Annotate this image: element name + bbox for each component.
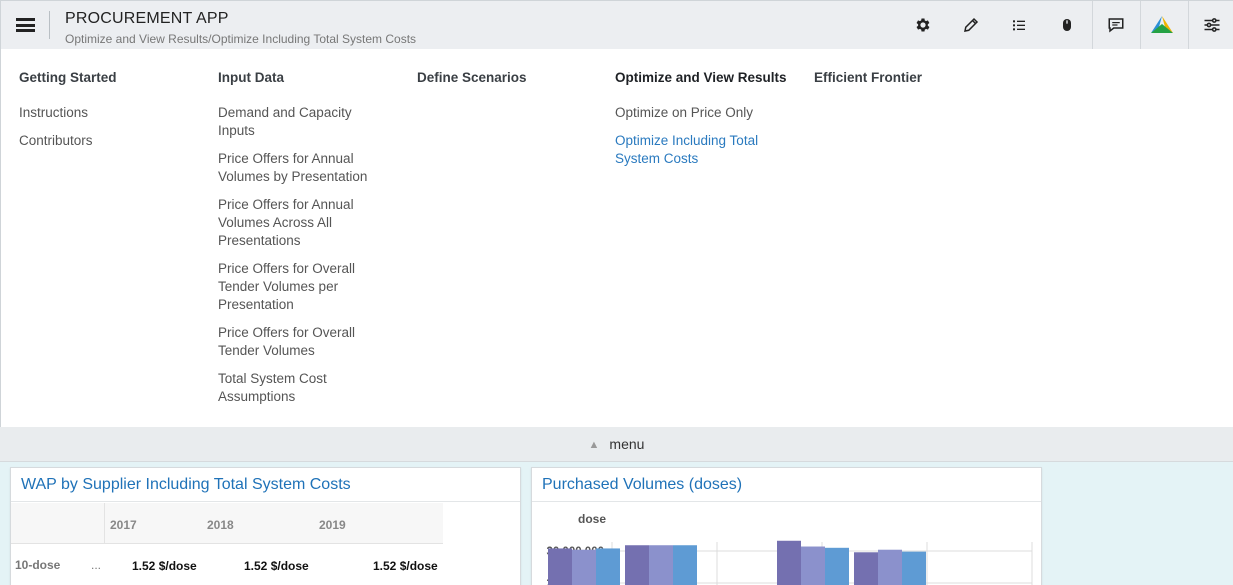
mouse-icon[interactable] [1055,13,1079,37]
logo-icon[interactable] [1150,13,1174,37]
table-cell: 1.52 $/dose [132,559,197,573]
bar [596,548,620,585]
wap-card-title: WAP by Supplier Including Total System C… [11,468,520,502]
bar [548,548,572,585]
bar [649,545,673,585]
chat-icon[interactable] [1104,13,1128,37]
menu-item-optimize-total-costs[interactable]: Optimize Including Total System Costs [615,132,785,168]
column-divider [104,503,105,544]
gear-icon[interactable] [911,13,935,37]
menu-column-input-data: Input Data Demand and Capacity Inputs Pr… [218,69,388,416]
toolbar-divider [1092,1,1093,50]
menu-item-instructions[interactable]: Instructions [19,104,204,122]
pencil-icon[interactable] [959,13,983,37]
menu-heading[interactable]: Getting Started [19,69,204,93]
menu-column-efficient-frontier: Efficient Frontier [814,69,999,93]
bar [902,551,926,585]
dashboard-content: WAP by Supplier Including Total System C… [0,462,1233,585]
navigation-menu-panel: Getting Started Instructions Contributor… [0,49,1233,427]
bar [777,540,801,585]
bar [825,547,849,585]
menu-item-price-overall-presentation[interactable]: Price Offers for Overall Tender Volumes … [218,260,373,314]
menu-toggle-bar[interactable]: ▲ menu [0,427,1233,462]
bar [878,549,902,585]
table-cell: 1.52 $/dose [244,559,309,573]
menu-item-price-annual-all[interactable]: Price Offers for Annual Volumes Across A… [218,196,373,250]
menu-item-demand-capacity[interactable]: Demand and Capacity Inputs [218,104,373,140]
wap-card: WAP by Supplier Including Total System C… [10,467,521,585]
row-expand-ellipsis[interactable]: ... [91,558,101,572]
column-header: 2018 [207,518,234,532]
hamburger-menu-icon[interactable] [16,18,35,32]
menu-toggle-label: menu [609,436,645,452]
menu-heading[interactable]: Optimize and View Results [615,69,810,93]
volumes-card-title: Purchased Volumes (doses) [532,468,1041,502]
bar [854,552,878,585]
menu-item-contributors[interactable]: Contributors [19,132,204,150]
bar [625,545,649,585]
toolbar-divider [1188,1,1189,50]
app-header: PROCUREMENT APP Optimize and View Result… [0,0,1233,50]
menu-heading[interactable]: Input Data [218,69,388,93]
volumes-card: Purchased Volumes (doses) dose30,000,000… [531,467,1042,585]
volumes-chart: dose30,000,00025,000,000 [532,503,1041,585]
sliders-icon[interactable] [1200,13,1224,37]
table-cell: 1.52 $/dose [373,559,438,573]
table-row: 10-dose ... 1.52 $/dose 1.52 $/dose 1.52… [11,544,443,585]
list-icon[interactable] [1007,13,1031,37]
column-header: 2017 [110,518,137,532]
app-title: PROCUREMENT APP [65,10,229,27]
menu-column-define-scenarios: Define Scenarios [417,69,602,93]
toolbar-divider [1140,1,1141,50]
menu-item-optimize-price-only[interactable]: Optimize on Price Only [615,104,810,122]
menu-column-optimize: Optimize and View Results Optimize on Pr… [615,69,810,178]
menu-item-total-system-cost[interactable]: Total System Cost Assumptions [218,370,368,406]
bar [673,545,697,585]
wap-table: 2017 2018 2019 10-dose ... 1.52 $/dose 1… [11,503,443,585]
y-axis-label: dose [578,512,606,526]
table-header: 2017 2018 2019 [11,503,443,544]
menu-item-price-annual-presentation[interactable]: Price Offers for Annual Volumes by Prese… [218,150,386,186]
menu-heading[interactable]: Efficient Frontier [814,69,999,93]
header-divider [49,11,50,39]
bar [572,549,596,585]
row-label: 10-dose [15,558,61,572]
breadcrumb: Optimize and View Results/Optimize Inclu… [65,32,417,46]
menu-column-getting-started: Getting Started Instructions Contributor… [19,69,204,160]
column-header: 2019 [319,518,346,532]
bar [801,546,825,585]
chevron-up-icon: ▲ [588,439,600,451]
menu-item-price-overall[interactable]: Price Offers for Overall Tender Volumes [218,324,373,360]
menu-heading[interactable]: Define Scenarios [417,69,602,93]
volumes-chart-svg: dose30,000,00025,000,000 [546,512,1033,585]
